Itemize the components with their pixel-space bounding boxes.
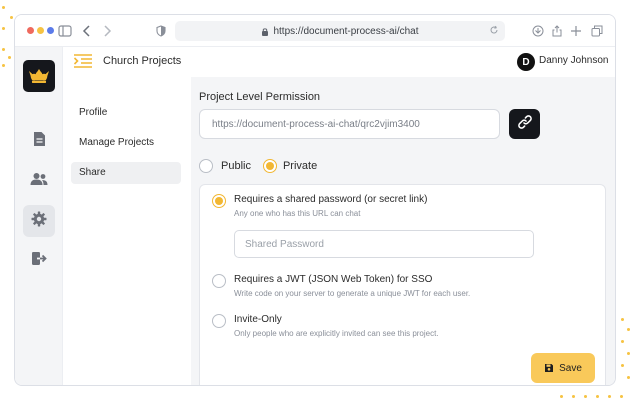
share-link-field[interactable] [199, 109, 500, 139]
logout-nav-button[interactable] [23, 245, 55, 277]
lock-icon [261, 27, 269, 36]
settings-nav-button[interactable] [23, 205, 55, 237]
zoom-window-button[interactable] [47, 27, 54, 34]
document-icon [33, 131, 46, 152]
shared-password-radio[interactable] [212, 194, 226, 208]
private-label: Private [282, 160, 318, 172]
browser-toolbar: https://document-process-ai/chat [15, 15, 615, 47]
public-label: Public [221, 160, 251, 172]
option-description: Any one who has this URL can chat [234, 209, 361, 218]
shield-icon[interactable] [153, 23, 169, 39]
public-radio[interactable] [199, 159, 213, 173]
share-icon[interactable] [549, 23, 565, 39]
app-logo[interactable] [23, 60, 55, 92]
download-icon[interactable] [530, 23, 546, 39]
reload-icon[interactable] [489, 25, 499, 35]
permission-panel: Project Level Permission Public Private … [191, 77, 615, 385]
minimize-window-button[interactable] [37, 27, 44, 34]
app-header: Church Projects D Danny Johnson [63, 47, 615, 77]
submenu-item-manage-projects[interactable]: Manage Projects [71, 132, 181, 154]
settings-submenu: Profile Manage Projects Share [63, 77, 191, 385]
new-tab-icon[interactable] [568, 23, 584, 39]
forward-icon[interactable] [99, 23, 115, 39]
avatar[interactable]: D [517, 53, 535, 71]
save-label: Save [559, 362, 582, 374]
user-name[interactable]: Danny Johnson [539, 55, 609, 66]
section-title: Project Level Permission [199, 91, 321, 103]
visibility-options: Public Private [199, 159, 317, 173]
address-bar-url: https://document-process-ai/chat [273, 25, 419, 37]
project-title: Church Projects [103, 55, 182, 67]
jwt-sso-radio[interactable] [212, 274, 226, 288]
sidebar-toggle-icon[interactable] [57, 23, 73, 39]
private-radio[interactable] [262, 159, 277, 173]
option-title: Requires a shared password (or secret li… [234, 194, 428, 205]
gear-icon [31, 211, 47, 232]
shared-password-input[interactable] [234, 230, 534, 258]
save-icon [544, 363, 554, 373]
logout-icon [31, 251, 47, 271]
users-nav-button[interactable] [23, 165, 55, 197]
invite-only-radio[interactable] [212, 314, 226, 328]
back-icon[interactable] [79, 23, 95, 39]
copy-link-button[interactable] [509, 109, 540, 139]
option-title: Requires a JWT (JSON Web Token) for SSO [234, 274, 433, 285]
menu-toggle-icon[interactable] [73, 53, 93, 74]
browser-window: https://document-process-ai/chat Church … [14, 14, 616, 386]
users-icon [30, 172, 48, 191]
option-title: Invite-Only [234, 314, 282, 325]
submenu-item-profile[interactable]: Profile [71, 102, 181, 124]
documents-nav-button[interactable] [23, 125, 55, 157]
option-description: Write code on your server to generate a … [234, 289, 471, 298]
tabs-overview-icon[interactable] [589, 23, 605, 39]
link-icon [517, 114, 533, 135]
submenu-item-share[interactable]: Share [71, 162, 181, 184]
app-nav-rail [15, 47, 63, 385]
save-button[interactable]: Save [531, 353, 595, 383]
option-description: Only people who are explicitly invited c… [234, 329, 439, 338]
close-window-button[interactable] [27, 27, 34, 34]
access-options-card: Requires a shared password (or secret li… [199, 184, 606, 385]
address-bar[interactable]: https://document-process-ai/chat [175, 21, 505, 41]
